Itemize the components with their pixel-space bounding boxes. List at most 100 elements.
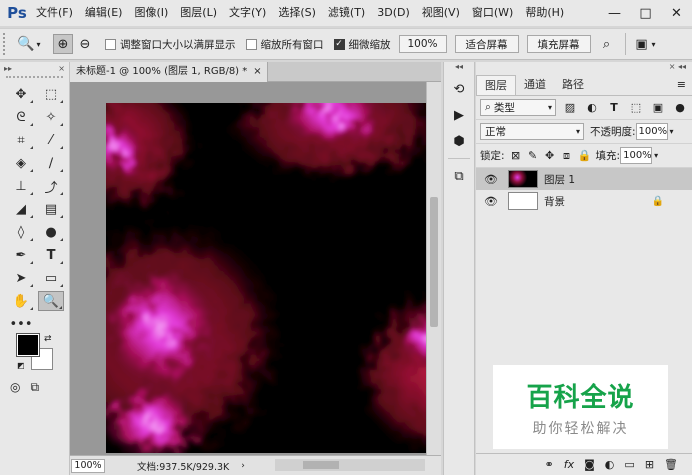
tools-grip[interactable] xyxy=(6,76,63,80)
menu-help[interactable]: 帮助(H) xyxy=(519,0,570,26)
add-mask-icon[interactable]: ◙ xyxy=(584,458,595,471)
eyedropper-tool[interactable]: ⁄ xyxy=(38,130,64,150)
fill-screen-button[interactable]: 填充屏幕 xyxy=(526,35,591,53)
vertical-scroll-thumb[interactable] xyxy=(430,197,438,327)
close-button[interactable]: ✕ xyxy=(661,0,692,26)
zoom-tool[interactable]: 🔍 xyxy=(38,291,64,311)
eye-icon[interactable]: 👁 xyxy=(482,173,500,186)
document-info[interactable]: 文档:937.5K/929.3K xyxy=(137,459,229,473)
layer-row[interactable]: 👁 图层 1 xyxy=(476,168,692,190)
new-group-icon[interactable]: ▭ xyxy=(624,458,634,471)
move-tool[interactable]: ✥ xyxy=(8,84,34,104)
layer-row[interactable]: 👁 背景 🔒 xyxy=(476,190,692,212)
menu-image[interactable]: 图像(I) xyxy=(128,0,174,26)
history-brush-tool[interactable]: ⤴ xyxy=(38,176,64,196)
actions-panel-button[interactable]: ▶ xyxy=(447,104,471,126)
horizontal-scroll-thumb[interactable] xyxy=(303,461,339,469)
gradient-tool[interactable]: ▤ xyxy=(38,199,64,219)
layer-kind-select[interactable]: ⌕ 类型 ▾ xyxy=(480,99,556,116)
resize-windows-option[interactable]: 调整窗口大小以满屏显示 xyxy=(105,37,236,52)
minimize-button[interactable]: — xyxy=(599,0,630,26)
blend-mode-select[interactable]: 正常 ▾ xyxy=(480,123,584,140)
blur-tool[interactable]: ◊ xyxy=(8,222,34,242)
tab-channels[interactable]: 通道 xyxy=(516,75,554,95)
lock-pixels-icon[interactable]: ✎ xyxy=(527,149,539,162)
properties-panel-button[interactable]: ⧉ xyxy=(447,165,471,187)
screen-mode-icon[interactable]: ⧉ xyxy=(30,380,39,395)
lock-position-icon[interactable]: ✥ xyxy=(544,149,556,162)
options-grip[interactable] xyxy=(3,33,9,55)
trash-icon[interactable]: 🗑 xyxy=(664,458,678,471)
eye-icon[interactable]: 👁 xyxy=(482,195,500,208)
dodge-tool[interactable]: ● xyxy=(38,222,64,242)
zoom-all-option[interactable]: 缩放所有窗口 xyxy=(245,37,324,52)
zoom-in-button[interactable]: ⊕ xyxy=(53,34,73,54)
healing-brush-tool[interactable]: ◈ xyxy=(8,153,34,173)
tool-preset-picker[interactable]: 🔍 ▾ xyxy=(17,33,51,55)
collapse-icon[interactable]: ▸▸ xyxy=(4,64,12,73)
marquee-tool[interactable]: ⬚ xyxy=(38,84,64,104)
close-tab-icon[interactable]: × xyxy=(253,66,261,77)
crop-tool[interactable]: ⌗ xyxy=(8,130,34,150)
menu-view[interactable]: 视图(V) xyxy=(416,0,466,26)
edit-toolbar-button[interactable]: ••• xyxy=(8,314,34,334)
search-button[interactable]: ⌕ xyxy=(597,34,617,54)
zoom-all-checkbox[interactable] xyxy=(245,38,257,50)
document-tab[interactable]: 未标题-1 @ 100% (图层 1, RGB/8) * × xyxy=(70,62,268,82)
swap-colors-icon[interactable]: ⇄ xyxy=(44,334,52,344)
history-panel-button[interactable]: ⟲ xyxy=(447,78,471,100)
menu-type[interactable]: 文字(Y) xyxy=(223,0,272,26)
zoom-out-button[interactable]: ⊖ xyxy=(75,34,95,54)
fit-screen-button[interactable]: 适合屏幕 xyxy=(454,35,519,53)
foreground-color[interactable] xyxy=(16,333,40,357)
fill-field[interactable]: 100% xyxy=(620,147,653,164)
chevron-down-icon[interactable]: ▾ xyxy=(654,151,658,160)
quick-mask-icon[interactable]: ◎ xyxy=(10,380,20,395)
filter-toggle-icon[interactable]: ● xyxy=(672,101,688,114)
tab-paths[interactable]: 路径 xyxy=(554,75,592,95)
eraser-tool[interactable]: ◢ xyxy=(8,199,34,219)
dock-header[interactable]: ◂◂ xyxy=(444,62,474,74)
fx-icon[interactable]: fx xyxy=(564,458,574,471)
resize-windows-checkbox[interactable] xyxy=(105,38,116,50)
magic-wand-tool[interactable]: ✧ xyxy=(38,107,64,127)
layers-panel-top[interactable]: × ◂◂ xyxy=(476,62,692,74)
menu-window[interactable]: 窗口(W) xyxy=(466,0,519,26)
menu-file[interactable]: 文件(F) xyxy=(30,0,79,26)
link-layers-icon[interactable]: ⚭ xyxy=(545,458,554,471)
new-layer-icon[interactable]: ⊞ xyxy=(645,458,654,471)
maximize-button[interactable]: □ xyxy=(630,0,661,26)
tab-layers[interactable]: 图层 xyxy=(476,75,516,95)
filter-shape-icon[interactable]: ⬚ xyxy=(628,101,644,114)
panel-menu-icon[interactable]: ≡ xyxy=(677,78,686,91)
canvas[interactable] xyxy=(106,103,426,453)
clone-stamp-tool[interactable]: ⊥ xyxy=(8,176,34,196)
menu-filter[interactable]: 滤镜(T) xyxy=(322,0,371,26)
zoom-level-field[interactable]: 100% xyxy=(71,458,105,473)
menu-edit[interactable]: 编辑(E) xyxy=(79,0,129,26)
lasso-tool[interactable]: ᘓ xyxy=(8,107,34,127)
pen-tool[interactable]: ✒ xyxy=(8,245,34,265)
vertical-scrollbar[interactable] xyxy=(426,82,441,455)
scrubby-zoom-option[interactable]: ✓ 细微缩放 xyxy=(333,37,391,52)
lock-artboard-icon[interactable]: ⧈ xyxy=(561,149,573,163)
filter-adjustment-icon[interactable]: ◐ xyxy=(584,101,600,114)
menu-3d[interactable]: 3D(D) xyxy=(371,0,416,26)
default-colors-icon[interactable]: ◩ xyxy=(17,361,25,370)
status-menu-arrow[interactable]: › xyxy=(241,461,245,471)
chevron-down-icon[interactable]: ▾ xyxy=(670,127,674,136)
path-selection-tool[interactable]: ➤ xyxy=(8,268,34,288)
filter-smart-object-icon[interactable]: ▣ xyxy=(650,101,666,114)
filter-pixel-icon[interactable]: ▨ xyxy=(562,101,578,114)
lock-transparent-icon[interactable]: ⊠ xyxy=(510,149,522,162)
adjustment-layer-icon[interactable]: ◐ xyxy=(605,458,615,471)
opacity-field[interactable]: 100% xyxy=(635,123,668,140)
close-panel-icon[interactable]: × xyxy=(58,64,65,73)
zoom-100-button[interactable]: 100% xyxy=(398,35,447,53)
scrubby-zoom-checkbox[interactable]: ✓ xyxy=(333,38,345,50)
horizontal-scrollbar[interactable] xyxy=(275,459,425,471)
brush-tool[interactable]: ∕ xyxy=(38,153,64,173)
shape-tool[interactable]: ▭ xyxy=(38,268,64,288)
3d-panel-button[interactable]: ⬢ xyxy=(447,130,471,152)
menu-select[interactable]: 选择(S) xyxy=(272,0,322,26)
